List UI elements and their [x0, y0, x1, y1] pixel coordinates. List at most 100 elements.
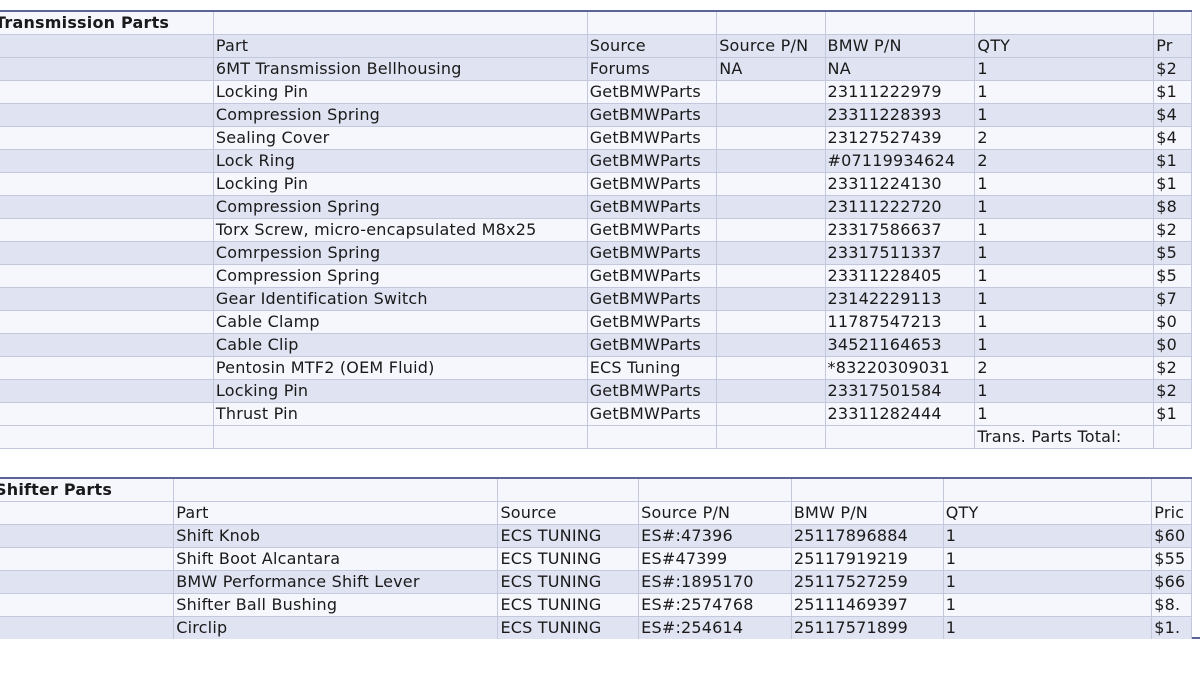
cell-qty: 1: [942, 616, 1153, 639]
cell-qty: 1: [974, 195, 1155, 219]
cell-part: Compression Spring: [212, 264, 588, 288]
cell-source: GetBMWParts: [586, 195, 718, 219]
cell-source: GetBMWParts: [586, 149, 718, 173]
cell-qty: 1: [942, 593, 1153, 617]
cell-bmw-pn: #07119934624: [824, 149, 976, 173]
cell-price: $2: [1153, 218, 1192, 242]
transmission-parts-table: Transmission Parts Part Source Source P/…: [0, 10, 1200, 453]
cell-bmw-pn: 34521164653: [824, 333, 976, 357]
cell-source: GetBMWParts: [586, 172, 718, 196]
table-row: BMW Performance Shift Lever ECS TUNING ES#…: [0, 570, 1192, 594]
column-header-part: Part: [212, 34, 588, 58]
cell-qty: 1: [974, 80, 1155, 104]
table-row: Compression Spring GetBMWParts 23311228393…: [0, 103, 1192, 127]
section-title: Transmission Parts: [0, 10, 214, 35]
cell-part: 6MT Transmission Bellhousing: [212, 57, 588, 81]
cell-source-pn: ES#:1895170: [638, 570, 792, 594]
cell-bmw-pn: 23127527439: [824, 126, 976, 150]
cell-price: $66: [1151, 570, 1192, 594]
cell-source-pn: [716, 287, 826, 311]
cell-source: ECS TUNING: [497, 547, 640, 571]
cell-part: Lock Ring: [212, 149, 588, 173]
cell-part: Pentosin MTF2 (OEM Fluid): [212, 356, 588, 380]
table-row: Shift Knob ECS TUNING ES#:47396 25117896884…: [0, 524, 1192, 548]
table-row: Compression Spring GetBMWParts 23111222720…: [0, 195, 1192, 219]
cell-source-pn: [716, 80, 826, 104]
cell-source: GetBMWParts: [586, 103, 718, 127]
column-header-source-pn: Source P/N: [716, 34, 826, 58]
cell-price: $1: [1153, 402, 1192, 426]
total-label: Trans. Parts Total:: [974, 425, 1155, 449]
cell-source-pn: [716, 126, 826, 150]
cell-price: $5: [1153, 264, 1192, 288]
cell-source: GetBMWParts: [586, 241, 718, 265]
cell-qty: 1: [974, 172, 1155, 196]
table-row: Locking Pin GetBMWParts 23111222979 1 $1: [0, 80, 1192, 104]
cell-bmw-pn: 25117919219: [790, 547, 944, 571]
cell-qty: 1: [974, 310, 1155, 334]
cell-qty: 1: [974, 379, 1155, 403]
cell-source: GetBMWParts: [586, 264, 718, 288]
cell-part: Circlip: [173, 616, 499, 639]
column-header-row: Part Source Source P/N BMW P/N QTY Pr: [0, 34, 1192, 58]
table-row: Gear Identification Switch GetBMWParts 231…: [0, 287, 1192, 311]
cell-part: Shift Boot Alcantara: [173, 547, 499, 571]
cell-bmw-pn: 23317501584: [824, 379, 976, 403]
cell-bmw-pn: 23311228405: [824, 264, 976, 288]
cell-source-pn: [716, 264, 826, 288]
cell-part: Sealing Cover: [212, 126, 588, 150]
cell-qty: 1: [942, 570, 1153, 594]
shifter-rows: Shift Knob ECS TUNING ES#:47396 25117896884…: [0, 524, 1192, 639]
cell-qty: 1: [974, 57, 1155, 81]
table-row: 6MT Transmission Bellhousing Forums NA NA 1 $…: [0, 57, 1192, 81]
cell-part: Compression Spring: [212, 103, 588, 127]
column-header-bmw-pn: BMW P/N: [824, 34, 976, 58]
cell-source-pn: [716, 402, 826, 426]
cell-qty: 1: [942, 524, 1153, 548]
cell-part: Torx Screw, micro-encapsulated M8x25: [212, 218, 588, 242]
cell-source-pn: ES#:2574768: [638, 593, 792, 617]
table-row: Circlip ECS TUNING ES#:254614 25117571899 1 $…: [0, 616, 1192, 639]
table-row: Comrpession Spring GetBMWParts 23317511337…: [0, 241, 1192, 265]
cell-qty: 1: [974, 264, 1155, 288]
cell-price: $4: [1153, 126, 1192, 150]
cell-source-pn: [716, 103, 826, 127]
total-row: Trans. Parts Total:: [0, 425, 1192, 449]
cell-source: Forums: [586, 57, 718, 81]
cell-qty: 1: [974, 218, 1155, 242]
cell-source: GetBMWParts: [586, 218, 718, 242]
cell-part: Locking Pin: [212, 80, 588, 104]
cell-source-pn: [716, 241, 826, 265]
cell-part: Locking Pin: [212, 172, 588, 196]
cell-source: ECS Tuning: [586, 356, 718, 380]
transmission-rows: 6MT Transmission Bellhousing Forums NA NA 1 $…: [0, 57, 1192, 426]
table-row: Cable Clip GetBMWParts 34521164653 1 $0: [0, 333, 1192, 357]
cell-qty: 2: [974, 126, 1155, 150]
cell-bmw-pn: 11787547213: [824, 310, 976, 334]
cell-bmw-pn: 23311282444: [824, 402, 976, 426]
cell-part: Comrpession Spring: [212, 241, 588, 265]
cell-qty: 2: [974, 356, 1155, 380]
column-header-price: Pr: [1153, 34, 1192, 58]
cell-part: Cable Clamp: [212, 310, 588, 334]
cell-source-pn: ES#47399: [638, 547, 792, 571]
cell-price: $0: [1153, 333, 1192, 357]
cell-source: GetBMWParts: [586, 80, 718, 104]
shifter-table: Shifter Parts Part Source Source P/N BMW…: [0, 477, 1192, 639]
cell-price: $2: [1153, 356, 1192, 380]
cell-qty: 1: [974, 402, 1155, 426]
cell-source: GetBMWParts: [586, 402, 718, 426]
cell-bmw-pn: 23317586637: [824, 218, 976, 242]
cell-source-pn: ES#:47396: [638, 524, 792, 548]
table-row: Sealing Cover GetBMWParts 23127527439 2 $4: [0, 126, 1192, 150]
cell-qty: 2: [974, 149, 1155, 173]
cell-source: ECS TUNING: [497, 593, 640, 617]
cell-qty: 1: [942, 547, 1153, 571]
cell-source: ECS TUNING: [497, 570, 640, 594]
column-header-part: Part: [173, 501, 499, 525]
cell-price: $1: [1153, 80, 1192, 104]
cell-source-pn: [716, 356, 826, 380]
cell-part: Cable Clip: [212, 333, 588, 357]
cell-part: Shift Knob: [173, 524, 499, 548]
cell-source: GetBMWParts: [586, 126, 718, 150]
